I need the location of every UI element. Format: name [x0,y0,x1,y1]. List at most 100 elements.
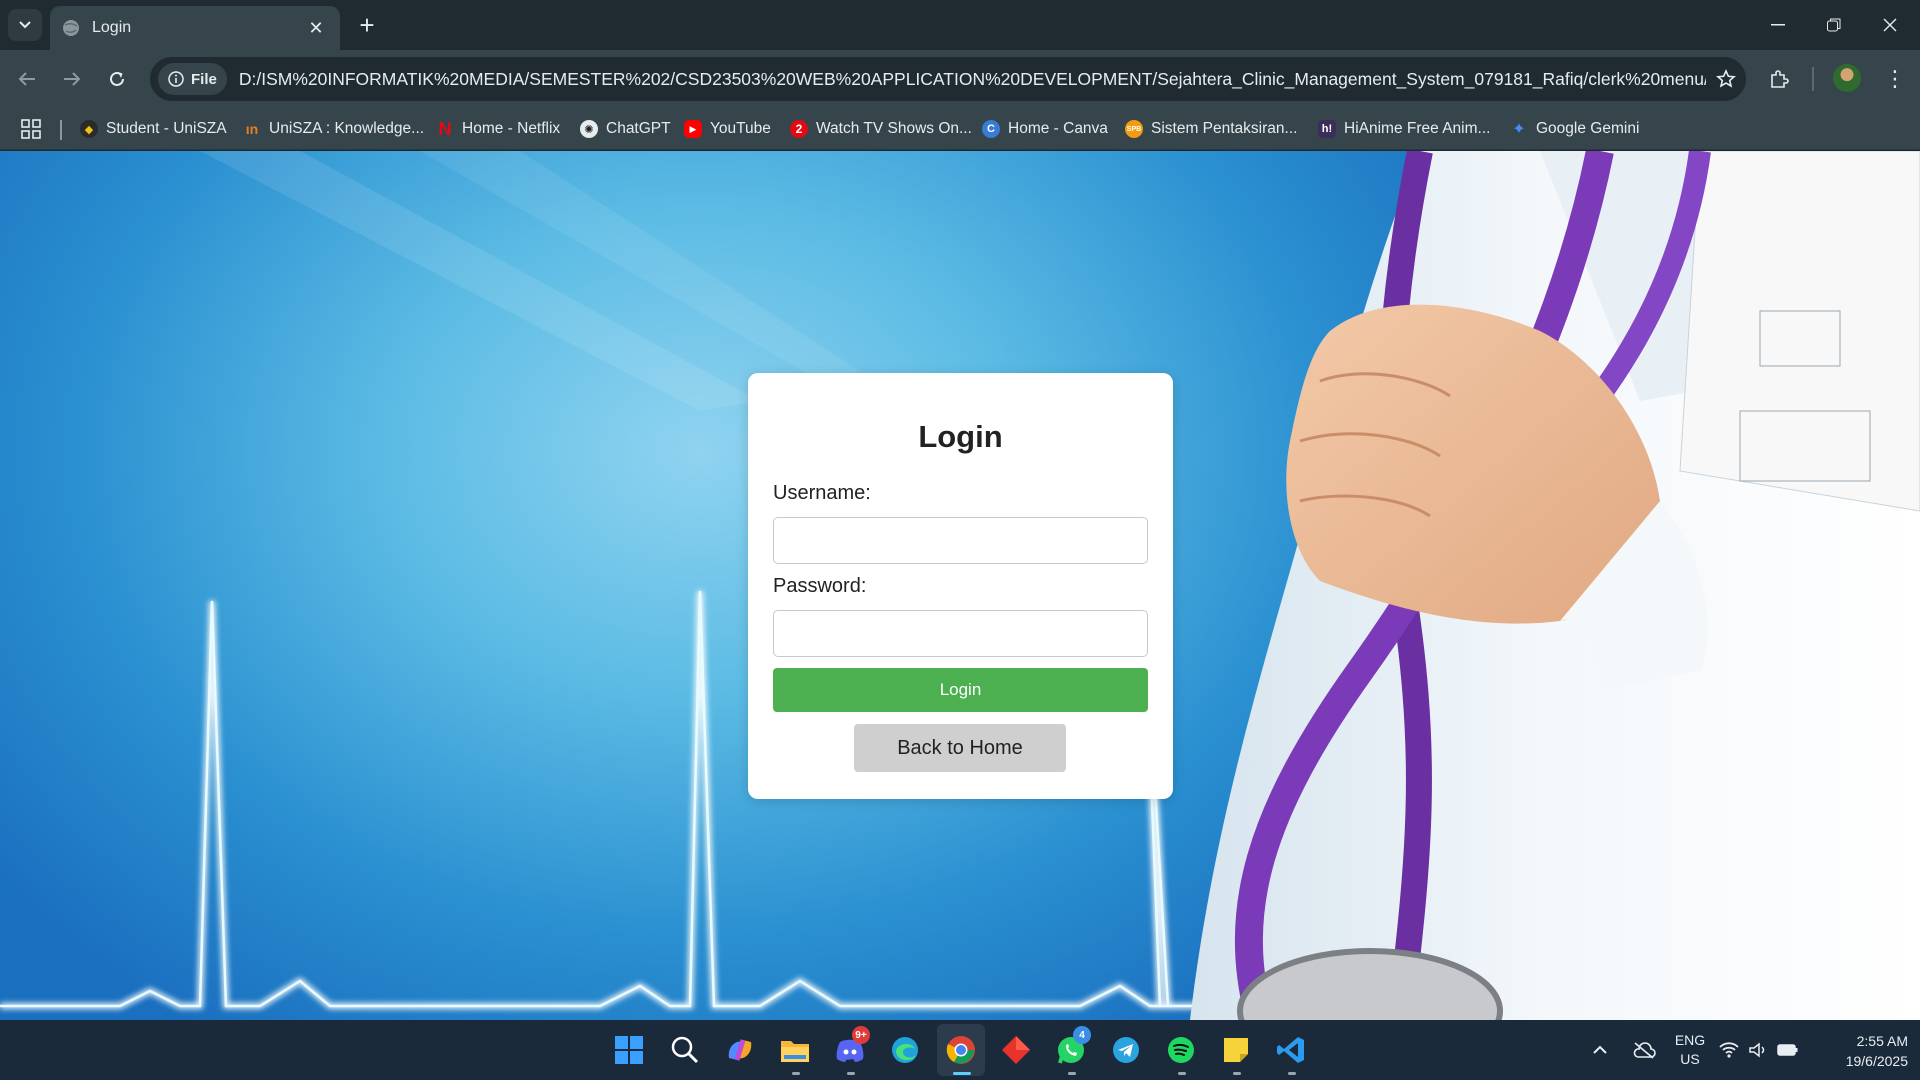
taskbar-search-button[interactable] [665,1030,705,1070]
spotify-icon [1168,1037,1194,1063]
telegram-button[interactable] [1106,1030,1146,1070]
start-button[interactable] [609,1030,649,1070]
running-indicator [1178,1072,1186,1075]
active-indicator [953,1072,971,1075]
page-viewport: Login Username: Password: Login Back to … [0,151,1920,1020]
menu-button[interactable]: ⋮ [1880,62,1910,96]
clock-date: 19/6/2025 [1845,1053,1908,1069]
hianime-icon: h! [1318,120,1336,138]
restore-button[interactable] [1806,0,1862,50]
browser-tab[interactable]: Login ✕ [50,6,340,50]
minimize-button[interactable] [1750,0,1806,50]
back-button[interactable] [10,62,44,96]
address-bar[interactable]: File D:/ISM%20INFORMATIK%20MEDIA/SEMESTE… [150,57,1746,101]
bookmark-label: UniSZA : Knowledge... [269,120,425,137]
forward-button[interactable] [55,62,89,96]
new-tab-button[interactable]: + [352,10,382,40]
netflix-icon: N [438,118,452,139]
bookmark-label: Watch TV Shows On... [816,120,972,137]
onedrive-button[interactable] [1624,1030,1664,1070]
bookmarks-bar: ◆ Student - UniSZA ın UniSZA : Knowledge… [0,108,1920,150]
chevron-down-icon [19,21,31,29]
vscode-icon [1277,1037,1304,1063]
bookmark-hianime[interactable]: h! HiAnime Free Anim... [1318,116,1490,142]
language-indicator[interactable]: ENG US [1668,1031,1712,1069]
running-indicator [1068,1072,1076,1075]
unisza-shield-icon: ◆ [80,120,98,138]
youtube-icon: ▶ [684,120,702,138]
tab-search-button[interactable] [8,9,42,41]
url-text[interactable]: D:/ISM%20INFORMATIK%20MEDIA/SEMESTER%202… [239,69,1706,90]
sticky-notes-icon [1224,1038,1248,1062]
running-indicator [847,1072,855,1075]
bookmark-label: Home - Canva [1008,120,1108,137]
username-label: Username: [773,482,871,504]
spb-icon: SPB [1125,120,1143,138]
chrome-button[interactable] [941,1030,981,1070]
bookmark-youtube[interactable]: ▶ YouTube [684,116,771,142]
windows-taskbar: 9+ 4 ENG US 2:55 AM 19/6/2025 [0,1020,1920,1080]
browser-toolbar: File D:/ISM%20INFORMATIK%20MEDIA/SEMESTE… [0,50,1920,108]
info-icon [168,71,184,87]
bookmark-chatgpt[interactable]: ✺ ChatGPT [580,116,671,142]
red-diamond-app-button[interactable] [996,1030,1036,1070]
password-label: Password: [773,575,867,597]
back-to-home-button[interactable]: Back to Home [854,724,1066,772]
bookmark-sistem-pentaksiran[interactable]: SPB Sistem Pentaksiran... [1125,116,1297,142]
wifi-icon [1719,1042,1739,1058]
windows-start-icon [615,1036,643,1064]
running-indicator [1233,1072,1241,1075]
reload-button[interactable] [100,62,134,96]
profile-avatar[interactable] [1833,64,1861,92]
username-input[interactable] [773,517,1148,564]
bookmark-canva[interactable]: C Home - Canva [982,116,1108,142]
tv-icon: 2 [790,120,808,138]
restore-icon [1827,18,1841,32]
toolbar-divider [1812,67,1814,91]
bookmark-star-button[interactable] [1706,69,1746,89]
telegram-icon [1113,1037,1139,1063]
password-input[interactable] [773,610,1148,657]
bookmark-label: ChatGPT [606,120,671,137]
vscode-button[interactable] [1271,1030,1311,1070]
bookmark-label: Student - UniSZA [106,120,227,137]
login-title: Login [918,419,1003,454]
tab-bar: Login ✕ + [0,0,1920,50]
bookmark-netflix[interactable]: N Home - Netflix [436,116,561,142]
extensions-button[interactable] [1762,62,1796,96]
whatsapp-badge: 4 [1073,1026,1091,1044]
close-icon [1883,18,1897,32]
quick-settings-button[interactable] [1714,1030,1804,1070]
close-window-button[interactable] [1862,0,1918,50]
close-tab-icon[interactable]: ✕ [304,18,328,39]
bookmark-student-unisza[interactable]: ◆ Student - UniSZA [80,116,227,142]
bookmark-watch-tv[interactable]: 2 Watch TV Shows On... [790,116,972,142]
edge-button[interactable] [885,1030,925,1070]
clock[interactable]: 2:55 AM 19/6/2025 [1808,1031,1908,1071]
bookmark-label: YouTube [710,120,771,137]
bookmark-google-gemini[interactable]: ✦ Google Gemini [1510,116,1639,142]
globe-icon [63,20,79,36]
apps-grid-icon[interactable] [20,118,42,140]
sticky-notes-button[interactable] [1216,1030,1256,1070]
spotify-button[interactable] [1161,1030,1201,1070]
login-card: Login Username: Password: Login Back to … [748,373,1173,799]
reload-icon [110,71,124,86]
site-info-chip[interactable]: File [158,63,227,95]
file-chip-label: File [191,70,217,88]
language-text: ENG [1674,1032,1706,1048]
bookmark-label: HiAnime Free Anim... [1344,120,1491,137]
chatgpt-icon: ✺ [580,120,598,138]
more-vertical-icon: ⋮ [1884,66,1906,91]
bookmark-unisza-knowledge[interactable]: ın UniSZA : Knowledge... [243,116,424,142]
arrow-right-icon [64,72,81,86]
clock-time: 2:55 AM [1856,1033,1908,1049]
show-hidden-icons-button[interactable] [1580,1030,1620,1070]
tab-title: Login [92,19,132,36]
file-explorer-button[interactable] [775,1030,815,1070]
copilot-icon [728,1039,752,1061]
bookmark-label: Home - Netflix [462,120,561,137]
login-button[interactable]: Login [773,668,1148,712]
minimize-icon [1771,24,1785,26]
copilot-button[interactable] [720,1030,760,1070]
